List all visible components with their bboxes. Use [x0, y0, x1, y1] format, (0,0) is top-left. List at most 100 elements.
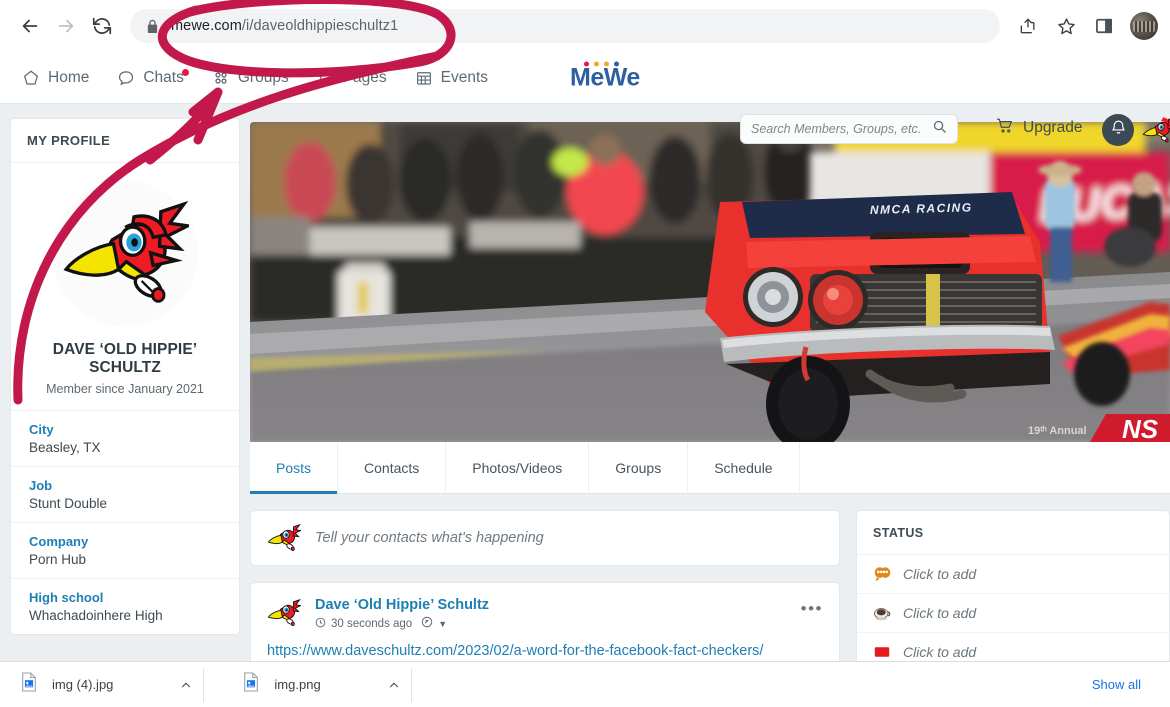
- lock-icon: [146, 19, 159, 34]
- image-file-icon: [242, 672, 260, 697]
- nav-label-events: Events: [440, 68, 489, 86]
- profile-field-city: City Beasley, TX: [11, 410, 239, 466]
- post-time-label: 30 seconds ago: [331, 617, 413, 630]
- field-value: Stunt Double: [29, 496, 108, 511]
- tab-contacts[interactable]: Contacts: [338, 442, 447, 493]
- mewe-header: Home Chats Groups Pages Events MeWe Sear…: [0, 52, 1170, 146]
- nav-item-events[interactable]: Events: [403, 63, 500, 93]
- profile-name: DAVE ‘OLD HIPPIE’ SCHULTZ: [52, 341, 198, 376]
- page-body: MY PROFILE DAVE ‘OLD HIPPIE’ SCHULTZ Mem…: [0, 104, 1170, 707]
- status-card: STATUS Click to add Click to add Click t…: [856, 510, 1170, 673]
- chats-unread-badge: [181, 68, 189, 76]
- chevron-up-icon[interactable]: [387, 678, 401, 692]
- star-icon[interactable]: [1048, 8, 1084, 44]
- search-input[interactable]: [751, 122, 932, 136]
- upgrade-label: Upgrade: [1023, 119, 1083, 136]
- post-avatar-woodpecker[interactable]: [267, 597, 301, 631]
- chrome-profile-avatar[interactable]: [1130, 12, 1158, 40]
- url-text: mewe.com/i/daveoldhippieschultz1: [171, 18, 398, 34]
- tab-schedule[interactable]: Schedule: [688, 442, 800, 493]
- tab-label: Groups: [615, 459, 662, 476]
- browser-toolbar-actions: [1010, 8, 1158, 44]
- sidebar-title: MY PROFILE: [11, 119, 239, 163]
- user-avatar-woodpecker[interactable]: [1142, 114, 1170, 146]
- red-square-icon: [873, 643, 891, 661]
- cover-photo[interactable]: LUCAS NMCA RACING 19ᵗʰ Annual NS: [250, 122, 1170, 442]
- nav-item-home[interactable]: Home: [10, 63, 101, 93]
- tab-label: Posts: [276, 459, 312, 476]
- chevron-up-icon[interactable]: [179, 678, 193, 692]
- tab-label: Schedule: [714, 459, 773, 476]
- reload-button[interactable]: [84, 8, 120, 44]
- address-bar[interactable]: mewe.com/i/daveoldhippieschultz1: [130, 9, 1000, 43]
- mewe-logo-dots: [584, 61, 619, 66]
- status-label: Click to add: [903, 605, 977, 621]
- svg-text:NMCA RACING: NMCA RACING: [870, 200, 973, 217]
- back-button[interactable]: [12, 8, 48, 44]
- bell-icon: [1110, 119, 1127, 141]
- url-path: /i/daveoldhippieschultz1: [241, 18, 399, 34]
- side-panel-icon[interactable]: [1086, 8, 1122, 44]
- profile-member-since: Member since January 2021: [46, 382, 204, 396]
- nav-item-groups[interactable]: Groups: [200, 63, 301, 93]
- post-header: Dave ‘Old Hippie’ Schultz 30 seconds ago…: [251, 583, 839, 637]
- chevron-down-icon[interactable]: ▼: [438, 619, 447, 629]
- more-options-icon[interactable]: •••: [801, 599, 823, 619]
- tab-photos-videos[interactable]: Photos/Videos: [446, 442, 590, 493]
- nav-item-pages[interactable]: Pages: [305, 63, 399, 93]
- coffee-cup-icon: [873, 604, 891, 622]
- nav-label-chats: Chats: [143, 68, 184, 86]
- nav-label-pages: Pages: [342, 68, 387, 86]
- share-icon[interactable]: [1010, 8, 1046, 44]
- download-bar: img (4).jpg img.png Show all: [0, 661, 1170, 707]
- cover-watermark: 19ᵗʰ Annual: [1028, 425, 1087, 437]
- home-pentagon-icon: [22, 69, 40, 87]
- search-icon[interactable]: [932, 119, 947, 139]
- forward-button[interactable]: [48, 8, 84, 44]
- notifications-button[interactable]: [1102, 114, 1134, 146]
- composer-avatar-woodpecker: [267, 522, 301, 554]
- tab-label: Photos/Videos: [472, 459, 563, 476]
- page-square-icon: [317, 69, 335, 87]
- post-composer[interactable]: Tell your contacts what's happening: [250, 510, 840, 566]
- main-navigation: Home Chats Groups Pages Events: [0, 63, 500, 93]
- search-box[interactable]: [740, 114, 958, 144]
- download-item[interactable]: img.png: [236, 667, 412, 702]
- post-timestamp-row: 30 seconds ago ▼: [315, 616, 489, 631]
- chat-bubble-icon: [117, 69, 135, 87]
- status-label: Click to add: [903, 644, 977, 660]
- field-value: Porn Hub: [29, 552, 87, 567]
- groups-dots-icon: [212, 69, 230, 87]
- tab-groups[interactable]: Groups: [589, 442, 689, 493]
- status-row-coffee[interactable]: Click to add: [857, 594, 1169, 633]
- status-row-mood[interactable]: Click to add: [857, 555, 1169, 594]
- upgrade-button[interactable]: Upgrade: [995, 116, 1082, 140]
- show-all-label: Show all: [1091, 677, 1141, 692]
- status-label: Click to add: [903, 566, 977, 582]
- tab-posts[interactable]: Posts: [250, 442, 339, 494]
- profile-field-company: Company Porn Hub: [11, 522, 239, 578]
- cart-icon: [995, 116, 1015, 140]
- image-file-icon: [20, 672, 38, 697]
- browser-toolbar: mewe.com/i/daveoldhippieschultz1: [0, 0, 1170, 52]
- nav-label-home: Home: [48, 68, 90, 86]
- profile-avatar-woodpecker[interactable]: [52, 181, 198, 327]
- privacy-contacts-icon[interactable]: [421, 616, 433, 631]
- main-column: LUCAS NMCA RACING 19ᵗʰ Annual NS Posts C…: [250, 122, 1170, 690]
- calendar-icon: [415, 69, 433, 87]
- download-item[interactable]: img (4).jpg: [14, 667, 205, 702]
- field-value: Beasley, TX: [29, 440, 101, 455]
- post-author[interactable]: Dave ‘Old Hippie’ Schultz: [315, 597, 489, 613]
- post-meta: Dave ‘Old Hippie’ Schultz 30 seconds ago…: [315, 597, 489, 631]
- clock-icon: [315, 617, 326, 631]
- profile-field-job: Job Stunt Double: [11, 466, 239, 522]
- show-all-button[interactable]: Show all: [1077, 668, 1156, 701]
- mewe-logo[interactable]: MeWe: [570, 61, 640, 92]
- download-name: img (4).jpg: [52, 677, 114, 692]
- field-label: Company: [29, 534, 89, 549]
- profile-tabs: Posts Contacts Photos/Videos Groups Sche…: [250, 442, 1170, 494]
- tab-label: Contacts: [364, 459, 420, 476]
- profile-sidebar: MY PROFILE DAVE ‘OLD HIPPIE’ SCHULTZ Mem…: [10, 118, 240, 635]
- mewe-logo-text: MeWe: [570, 63, 640, 91]
- nav-item-chats[interactable]: Chats: [105, 63, 196, 93]
